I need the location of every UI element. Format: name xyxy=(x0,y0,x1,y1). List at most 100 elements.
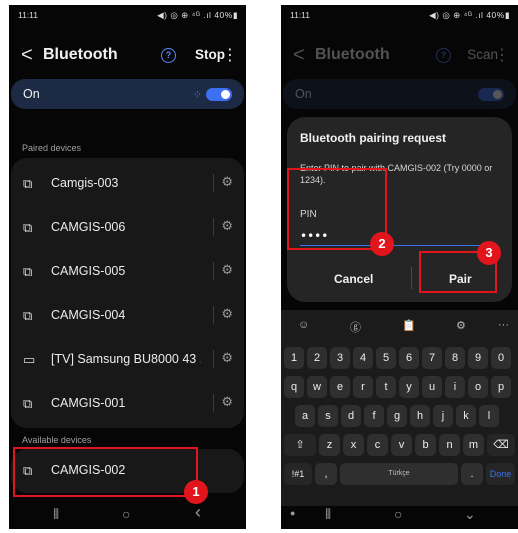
key[interactable]: i xyxy=(445,376,465,398)
bluetooth-switch[interactable] xyxy=(206,88,232,101)
bluetooth-toggle-row[interactable]: On xyxy=(283,79,516,109)
gear-icon[interactable]: ⚙ xyxy=(221,218,233,234)
key[interactable]: j xyxy=(433,405,453,427)
device-icon: ⧉ xyxy=(23,220,33,235)
key[interactable]: 1 xyxy=(284,347,304,369)
on-screen-keyboard: ☺ ⓖ 📋 ⚙ ··· 1 2 3 4 5 6 7 8 9 0 q w e r … xyxy=(281,310,518,506)
gear-icon[interactable]: ⚙ xyxy=(221,350,233,366)
more-options-icon[interactable]: ⋮ xyxy=(222,45,238,65)
toggle-label: On xyxy=(23,87,40,101)
key[interactable]: c xyxy=(367,434,388,456)
divider xyxy=(213,262,214,280)
key[interactable]: n xyxy=(439,434,460,456)
key[interactable]: m xyxy=(463,434,484,456)
cancel-button[interactable]: Cancel xyxy=(334,272,373,286)
key[interactable]: a xyxy=(295,405,315,427)
key[interactable]: 9 xyxy=(468,347,488,369)
key[interactable]: 0 xyxy=(491,347,511,369)
recent-apps-icon[interactable]: ⦀ xyxy=(325,506,331,523)
key[interactable]: 7 xyxy=(422,347,442,369)
key[interactable]: b xyxy=(415,434,436,456)
back-icon[interactable]: < xyxy=(293,43,305,67)
help-icon[interactable]: ? xyxy=(436,48,451,63)
more-options-icon[interactable]: ⋮ xyxy=(494,45,510,65)
hide-keyboard-icon[interactable]: ⌄ xyxy=(464,506,476,523)
gear-icon[interactable]: ⚙ xyxy=(221,394,233,410)
paired-devices-list: ⧉ Camgis-003 ⚙ ⧉ CAMGIS-006 ⚙ ⧉ CAMGIS-0… xyxy=(11,158,244,428)
key[interactable]: h xyxy=(410,405,430,427)
paired-device-row[interactable]: ⧉ CAMGIS-005 ⚙ xyxy=(11,250,244,294)
emoji-icon[interactable]: ☺ xyxy=(298,319,309,331)
key[interactable]: 6 xyxy=(399,347,419,369)
home-icon[interactable]: ○ xyxy=(122,506,130,522)
scanning-icon: ⁘ xyxy=(192,89,202,101)
key[interactable]: v xyxy=(391,434,412,456)
status-bar: 11:11 ◀) ◎ ⊕ ⁴ᴳ .ıl 40%▮ xyxy=(281,5,518,25)
divider xyxy=(213,174,214,192)
divider xyxy=(213,306,214,324)
clipboard-icon[interactable]: 📋 xyxy=(402,319,416,332)
stop-button[interactable]: Stop xyxy=(195,47,225,62)
recent-apps-icon[interactable]: ⦀ xyxy=(53,506,59,523)
key[interactable]: f xyxy=(364,405,384,427)
paired-device-row[interactable]: ▭ [TV] Samsung BU8000 43 ... ⚙ xyxy=(11,338,244,382)
shift-key[interactable]: ⇧ xyxy=(284,434,316,456)
period-key[interactable]: . xyxy=(461,463,483,485)
key[interactable]: 4 xyxy=(353,347,373,369)
paired-device-row[interactable]: ⧉ CAMGIS-006 ⚙ xyxy=(11,206,244,250)
paired-device-row[interactable]: ⧉ Camgis-003 ⚙ xyxy=(11,162,244,206)
key[interactable]: 5 xyxy=(376,347,396,369)
keyboard-settings-icon[interactable]: ⚙ xyxy=(456,319,466,332)
device-icon: ⧉ xyxy=(23,396,33,411)
key[interactable]: 8 xyxy=(445,347,465,369)
key[interactable]: r xyxy=(353,376,373,398)
back-nav-icon[interactable]: ‹ xyxy=(195,502,201,523)
key[interactable]: y xyxy=(399,376,419,398)
divider xyxy=(213,394,214,412)
key[interactable]: l xyxy=(479,405,499,427)
backspace-key[interactable]: ⌫ xyxy=(487,434,515,456)
paired-device-row[interactable]: ⧉ CAMGIS-004 ⚙ xyxy=(11,294,244,338)
back-icon[interactable]: < xyxy=(21,43,33,67)
symbols-key[interactable]: !#1 xyxy=(284,463,312,485)
status-time: 11:11 xyxy=(18,10,39,20)
key[interactable]: s xyxy=(318,405,338,427)
home-icon[interactable]: ○ xyxy=(394,506,402,522)
key[interactable]: d xyxy=(341,405,361,427)
key[interactable]: u xyxy=(422,376,442,398)
status-icons: ◀) ◎ ⊕ ⁴ᴳ .ıl 40%▮ xyxy=(429,10,510,20)
key[interactable]: g xyxy=(387,405,407,427)
key[interactable]: z xyxy=(319,434,340,456)
gear-icon[interactable]: ⚙ xyxy=(221,262,233,278)
key[interactable]: 2 xyxy=(307,347,327,369)
more-icon[interactable]: ··· xyxy=(498,319,509,331)
mic-icon[interactable]: ● xyxy=(290,508,295,518)
toggle-label: On xyxy=(295,87,312,101)
key[interactable]: k xyxy=(456,405,476,427)
step-badge: 3 xyxy=(477,241,501,265)
navigation-bar: ⦀ ○ ‹ xyxy=(9,499,246,529)
highlight-box xyxy=(13,447,198,497)
key[interactable]: 3 xyxy=(330,347,350,369)
key[interactable]: t xyxy=(376,376,396,398)
bluetooth-switch[interactable] xyxy=(478,88,504,101)
key[interactable]: w xyxy=(307,376,327,398)
page-title: Bluetooth xyxy=(315,46,390,63)
bluetooth-toggle-row[interactable]: On ⁘ xyxy=(11,79,244,109)
available-devices-header: Available devices xyxy=(22,435,92,445)
key[interactable]: q xyxy=(284,376,304,398)
key[interactable]: o xyxy=(468,376,488,398)
gear-icon[interactable]: ⚙ xyxy=(221,174,233,190)
key[interactable]: p xyxy=(491,376,511,398)
help-icon[interactable]: ? xyxy=(161,48,176,63)
comma-key[interactable]: , xyxy=(315,463,337,485)
device-name: CAMGIS-005 xyxy=(51,264,126,278)
done-key[interactable]: Done xyxy=(486,463,515,485)
paired-device-row[interactable]: ⧉ CAMGIS-001 ⚙ xyxy=(11,382,244,426)
key[interactable]: x xyxy=(343,434,364,456)
device-icon: ⧉ xyxy=(23,308,33,323)
gear-icon[interactable]: ⚙ xyxy=(221,306,233,322)
key[interactable]: e xyxy=(330,376,350,398)
space-key[interactable]: Türkçe xyxy=(340,463,458,485)
sticker-icon[interactable]: ⓖ xyxy=(350,319,361,335)
